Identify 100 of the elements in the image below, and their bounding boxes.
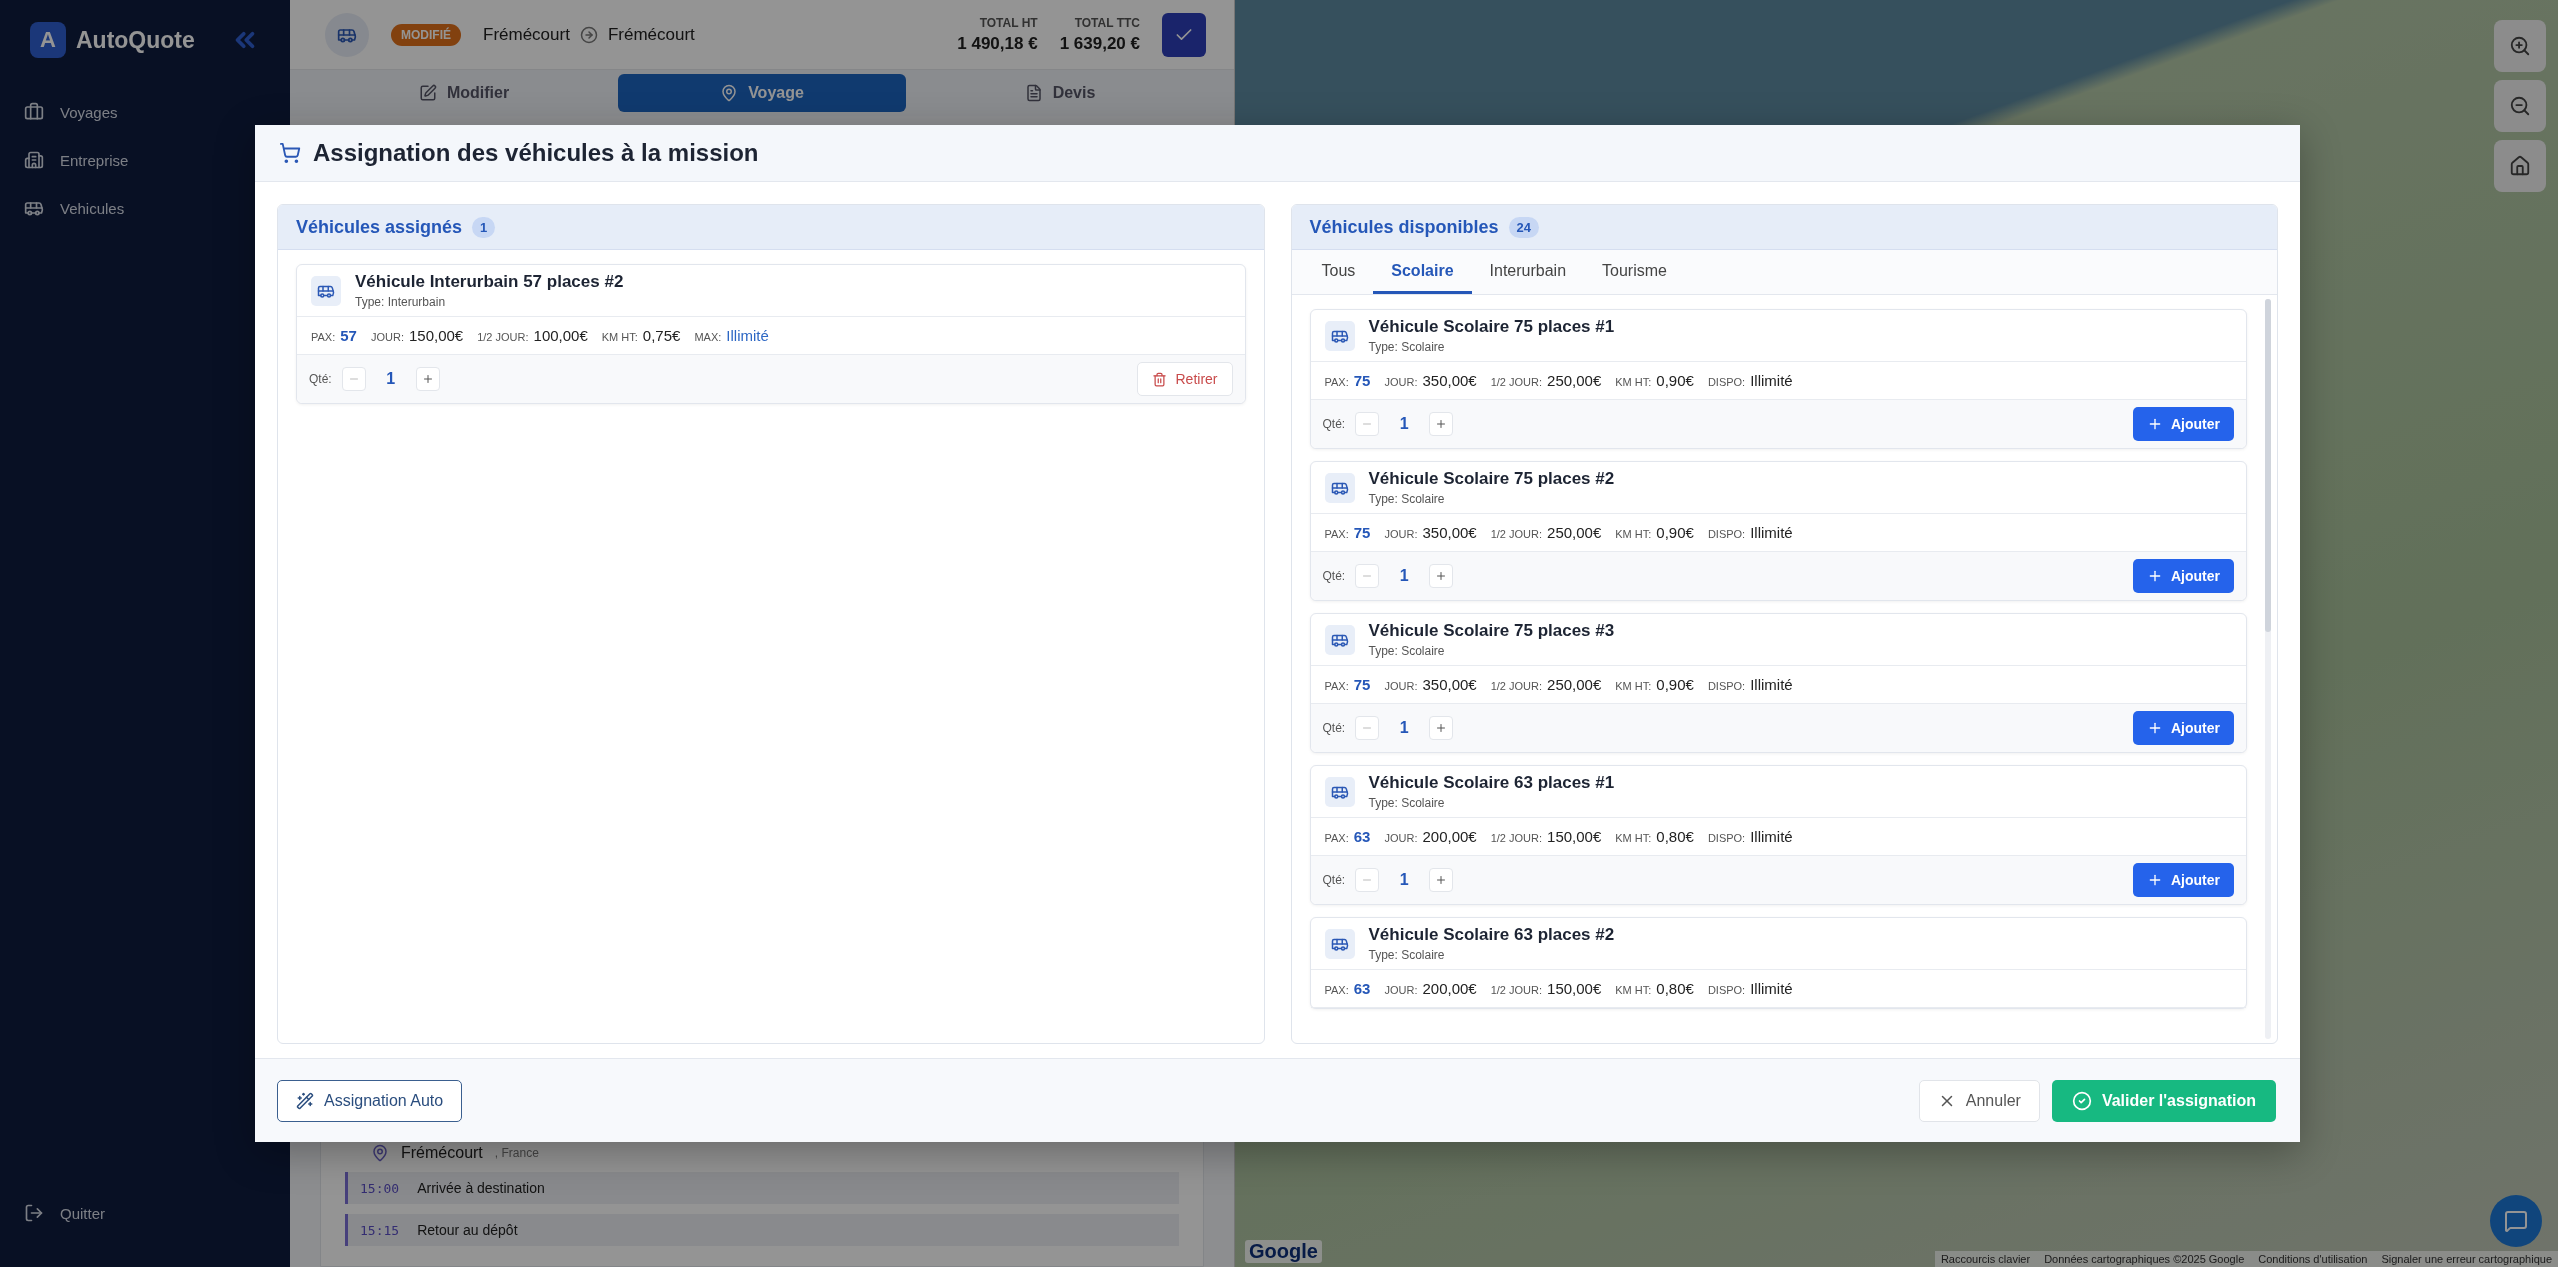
vehicle-name: Véhicule Scolaire 63 places #2 [1368, 925, 1615, 945]
decrease-button[interactable] [1355, 868, 1380, 892]
filter-tab[interactable]: Scolaire [1373, 250, 1472, 294]
stat-label: KM HT: [1615, 680, 1652, 692]
stat-value: Illimité [726, 327, 769, 344]
plus-icon [2147, 416, 2163, 432]
cart-icon [279, 142, 301, 164]
stat-value: 250,00€ [1547, 372, 1602, 389]
logo-mark: A [30, 22, 66, 58]
stat-label: PAX: [311, 331, 336, 343]
increase-button[interactable] [415, 367, 440, 391]
bus-icon [311, 275, 341, 306]
filter-tab[interactable]: Tous [1303, 250, 1374, 294]
stat-label: KM HT: [1615, 832, 1652, 844]
pin-icon [371, 1144, 389, 1162]
building-icon [24, 150, 44, 170]
stat-value: 200,00€ [1422, 980, 1477, 997]
filter-tab[interactable]: Interurbain [1471, 250, 1585, 294]
plus-icon [1435, 418, 1448, 430]
stat-label: 1/2 JOUR: [1490, 528, 1543, 540]
auto-assign-button[interactable]: Assignation Auto [277, 1079, 463, 1122]
sidebar-item[interactable]: Entreprise [0, 136, 290, 184]
stat-label: JOUR: [1384, 376, 1418, 388]
quantity-label: Qté: [1322, 569, 1346, 583]
filter-tab[interactable]: Tourisme [1584, 250, 1685, 294]
attribution-link[interactable]: Raccourcis clavier [1940, 1253, 2031, 1265]
stat-value: 250,00€ [1547, 524, 1602, 541]
step-label: Retour au dépôt [417, 1222, 518, 1238]
decrease-button[interactable] [1355, 716, 1380, 740]
attribution-link[interactable]: Signaler une erreur cartographique [2381, 1253, 2552, 1265]
increase-button[interactable] [1429, 412, 1454, 436]
add-button[interactable]: Ajouter [2133, 863, 2234, 897]
stat-label: DISPO: [1707, 528, 1746, 540]
vehicle-type: Type: Scolaire [1368, 340, 1446, 354]
sidebar-item[interactable]: Voyages [0, 88, 290, 136]
stat-value: 0,80€ [1656, 980, 1694, 997]
bus-icon [1324, 928, 1355, 959]
bus-icon [1324, 776, 1355, 807]
add-button[interactable]: Ajouter [2133, 559, 2234, 593]
tab[interactable]: Voyage [618, 74, 906, 112]
briefcase-icon [24, 102, 44, 122]
quit-link[interactable]: Quitter [0, 1189, 290, 1237]
vehicle-type: Type: Scolaire [1368, 492, 1446, 506]
increase-button[interactable] [1429, 716, 1454, 740]
add-button[interactable]: Ajouter [2133, 407, 2234, 441]
step-time: 15:15 [360, 1222, 400, 1238]
decrease-button[interactable] [1355, 564, 1380, 588]
country-text: , France [494, 1146, 539, 1160]
stat-label: JOUR: [1384, 680, 1418, 692]
bus-icon [325, 12, 369, 57]
stat-label: DISPO: [1707, 984, 1746, 996]
stat-label: JOUR: [1384, 528, 1418, 540]
quantity-value: 1 [385, 370, 397, 388]
stat-value: Illimité [1750, 372, 1793, 389]
decrease-button[interactable] [1355, 412, 1380, 436]
stat-value: 63 [1353, 828, 1371, 845]
tab[interactable]: Modifier [320, 74, 608, 112]
decrease-button[interactable] [341, 367, 366, 391]
attribution-link[interactable]: Conditions d'utilisation [2258, 1253, 2368, 1265]
stat-label: DISPO: [1707, 376, 1746, 388]
logout-icon [24, 1203, 44, 1223]
stat-label: JOUR: [1384, 832, 1418, 844]
wand-icon [296, 1091, 314, 1110]
stat-label: KM HT: [1615, 984, 1652, 996]
stat-value: 0,90€ [1656, 372, 1694, 389]
vehicle-name: Véhicule Scolaire 63 places #1 [1368, 773, 1615, 793]
remove-button[interactable]: Retirer [1137, 362, 1233, 396]
cancel-button[interactable]: Annuler [1918, 1079, 2040, 1122]
stat-value: 350,00€ [1422, 676, 1477, 693]
stat-value: 200,00€ [1422, 828, 1477, 845]
status-badge: MODIFIÉ [391, 23, 461, 46]
modal-title: Assignation des véhicules à la mission [313, 139, 759, 167]
stat-value: Illimité [1750, 524, 1793, 541]
add-button[interactable]: Ajouter [2133, 711, 2234, 745]
increase-button[interactable] [1429, 564, 1454, 588]
plus-icon [1435, 874, 1448, 886]
step-label: Arrivée à destination [417, 1180, 545, 1196]
vehicle-name: Véhicule Scolaire 75 places #3 [1368, 621, 1615, 641]
pin-icon [720, 84, 739, 102]
confirm-button[interactable] [1162, 12, 1206, 57]
stat-value: Illimité [1750, 676, 1793, 693]
zoom-in-button[interactable] [2494, 20, 2546, 72]
increase-button[interactable] [1429, 868, 1454, 892]
plus-icon [1435, 570, 1448, 582]
plus-icon [2147, 568, 2163, 584]
stat-label: KM HT: [601, 331, 638, 343]
sidebar-item[interactable]: Vehicules [0, 184, 290, 232]
quantity-label: Qté: [1322, 721, 1346, 735]
zoom-out-button[interactable] [2494, 80, 2546, 132]
stat-label: PAX: [1324, 832, 1349, 844]
quantity-label: Qté: [1322, 417, 1346, 431]
tab[interactable]: Devis [916, 74, 1204, 112]
stat-value: 0,75€ [642, 327, 681, 344]
stat-label: PAX: [1324, 984, 1349, 996]
plus-icon [2147, 720, 2163, 736]
stat-value: 350,00€ [1422, 524, 1477, 541]
attribution-link[interactable]: Données cartographiques ©2025 Google [2044, 1253, 2245, 1265]
stat-label: KM HT: [1615, 528, 1652, 540]
home-button[interactable] [2494, 140, 2546, 192]
stat-label: KM HT: [1615, 376, 1652, 388]
